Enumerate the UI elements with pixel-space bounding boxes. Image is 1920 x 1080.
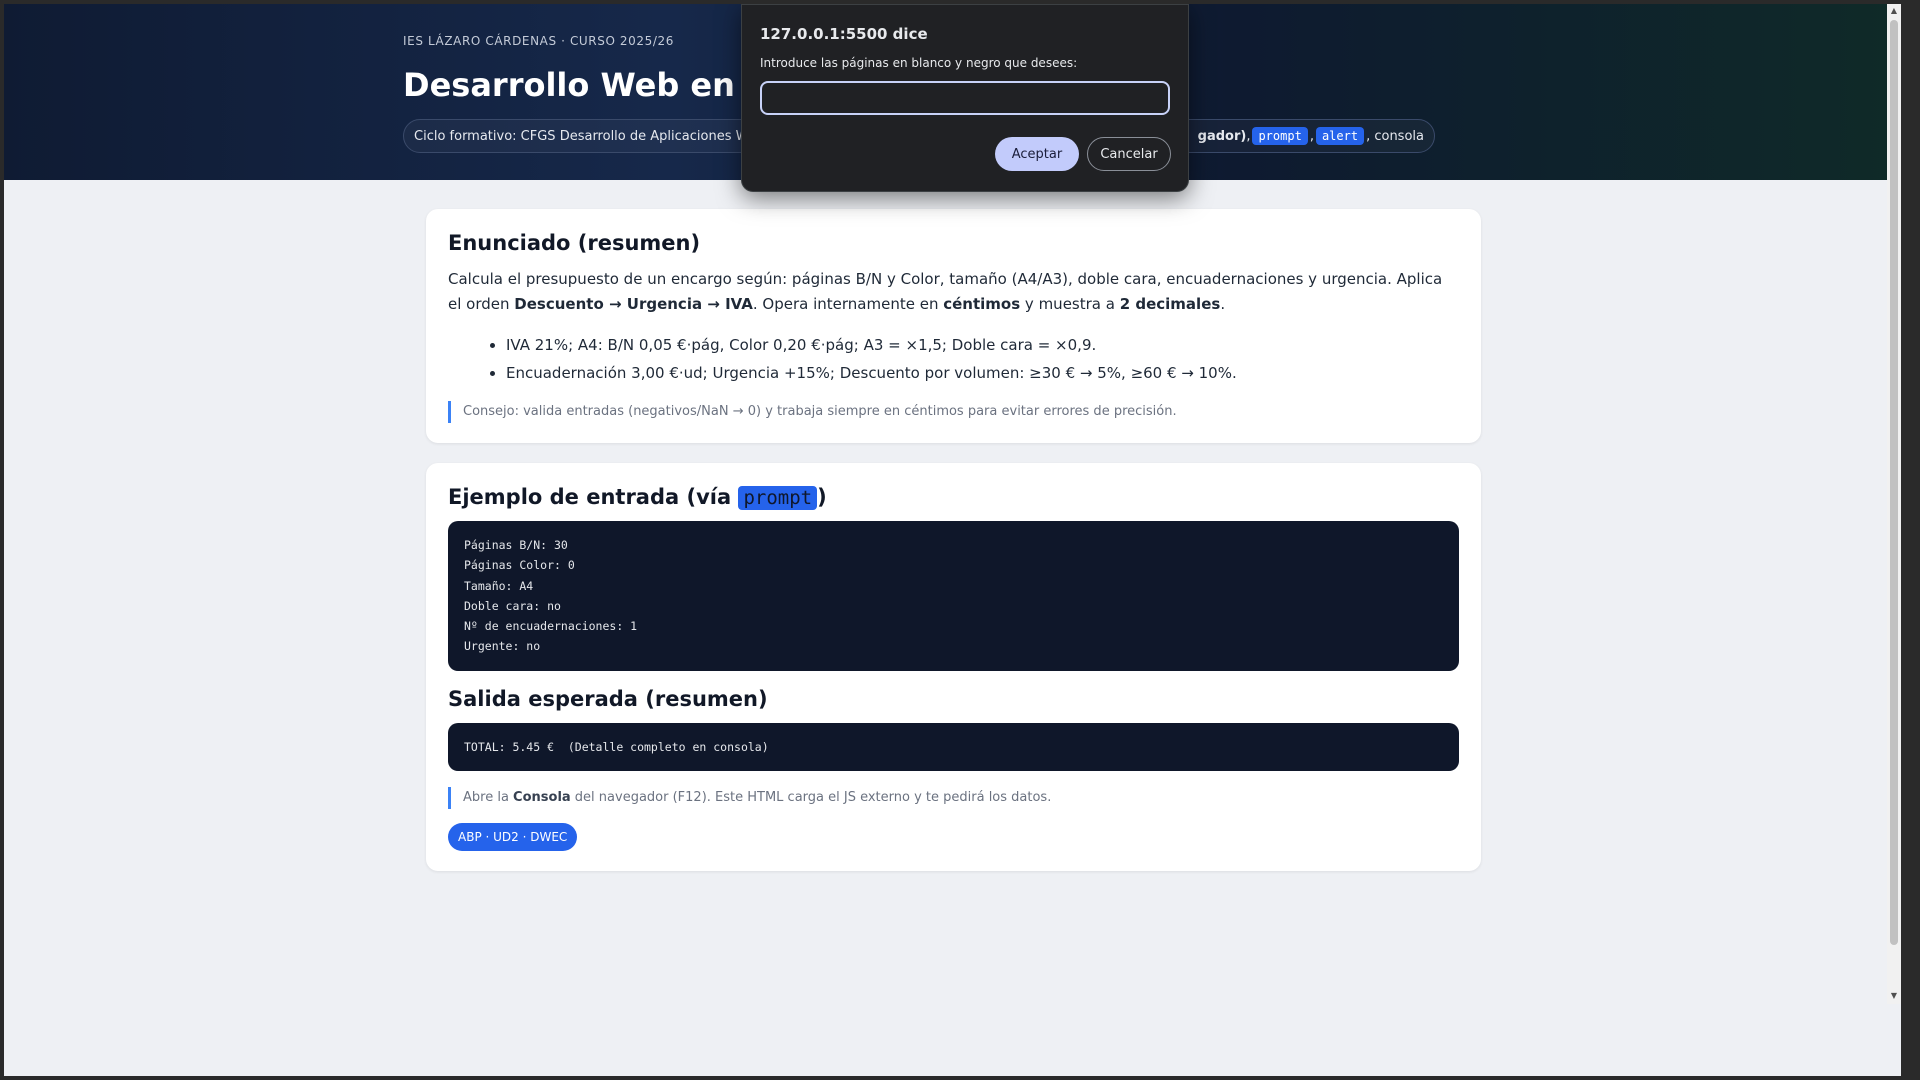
course-info-end: , consola	[1366, 128, 1424, 144]
list-item: IVA 21%; A4: B/N 0,05 €·pág, Color 0,20 …	[506, 331, 1459, 359]
ejemplo-title-end: )	[817, 485, 827, 509]
enunciado-title: Enunciado (resumen)	[448, 231, 701, 255]
prompt-dialog: 127.0.0.1:5500 dice Introduce las página…	[741, 4, 1189, 192]
tag-alert: alert	[1315, 127, 1365, 145]
console-note-end: del navegador (F12). Este HTML carga el …	[570, 790, 1052, 806]
input-example-code: Páginas B/N: 30 Páginas Color: 0 Tamaño:…	[448, 521, 1459, 671]
scroll-up-arrow-icon[interactable]: ▲	[1887, 4, 1901, 18]
ejemplo-title-code: prompt	[738, 486, 818, 510]
page-scrollbar[interactable]: ▲ ▼	[1887, 4, 1901, 1004]
course-info-text: Ciclo formativo: CFGS Desarrollo de Apli…	[414, 128, 777, 144]
dialog-message: Introduce las páginas en blanco y negro …	[760, 56, 1078, 70]
tip-note: Consejo: valida entradas (negativos/NaN …	[448, 401, 1459, 423]
school-course-label: IES LÁZARO CÁRDENAS · CURSO 2025/26	[403, 34, 674, 48]
enunciado-list: IVA 21%; A4: B/N 0,05 €·pág, Color 0,20 …	[506, 331, 1459, 387]
console-note-bold: Consola	[513, 790, 571, 806]
ejemplo-title: Ejemplo de entrada (vía prompt)	[448, 485, 1459, 510]
dialog-origin: 127.0.0.1:5500 dice	[760, 25, 928, 43]
output-title: Salida esperada (resumen)	[448, 686, 768, 711]
main-content: Enunciado (resumen) Calcula el presupues…	[426, 209, 1481, 891]
enunciado-card: Enunciado (resumen) Calcula el presupues…	[426, 209, 1481, 443]
console-note: Abre la Consola del navegador (F12). Est…	[448, 787, 1459, 810]
list-item: Encuadernación 3,00 €·ud; Urgencia +15%;…	[506, 359, 1459, 387]
enunciado-cents: céntimos	[943, 295, 1021, 313]
unit-badge: ABP · UD2 · DWEC	[448, 823, 578, 852]
enunciado-text-2: . Opera internamente en	[752, 295, 944, 313]
accept-button[interactable]: Aceptar	[995, 137, 1079, 171]
enunciado-text-4: .	[1220, 295, 1226, 313]
tag-prompt: prompt	[1252, 127, 1308, 145]
prompt-input[interactable]	[760, 81, 1170, 115]
enunciado-text-3: y muestra a	[1020, 295, 1120, 313]
ejemplo-title-text: Ejemplo de entrada (vía	[448, 485, 739, 509]
output-example-code: TOTAL: 5.45 € (Detalle completo en conso…	[448, 722, 1459, 772]
ejemplo-card: Ejemplo de entrada (vía prompt) Páginas …	[426, 463, 1481, 872]
enunciado-decimals: 2 decimales	[1119, 295, 1221, 313]
scroll-down-arrow-icon[interactable]: ▼	[1887, 989, 1901, 1003]
scrollbar-thumb[interactable]	[1890, 20, 1898, 945]
enunciado-order: Descuento → Urgencia → IVA	[514, 295, 753, 313]
course-info-sep1: ,	[1246, 128, 1251, 144]
console-note-start: Abre la	[463, 790, 514, 806]
cancel-button[interactable]: Cancelar	[1087, 137, 1171, 171]
course-info-strong: gador)	[1197, 128, 1247, 144]
course-info-sep2: ,	[1309, 128, 1314, 144]
browser-viewport: IES LÁZARO CÁRDENAS · CURSO 2025/26 Desa…	[4, 4, 1901, 1076]
enunciado-text: Calcula el presupuesto de un encargo seg…	[448, 267, 1459, 317]
